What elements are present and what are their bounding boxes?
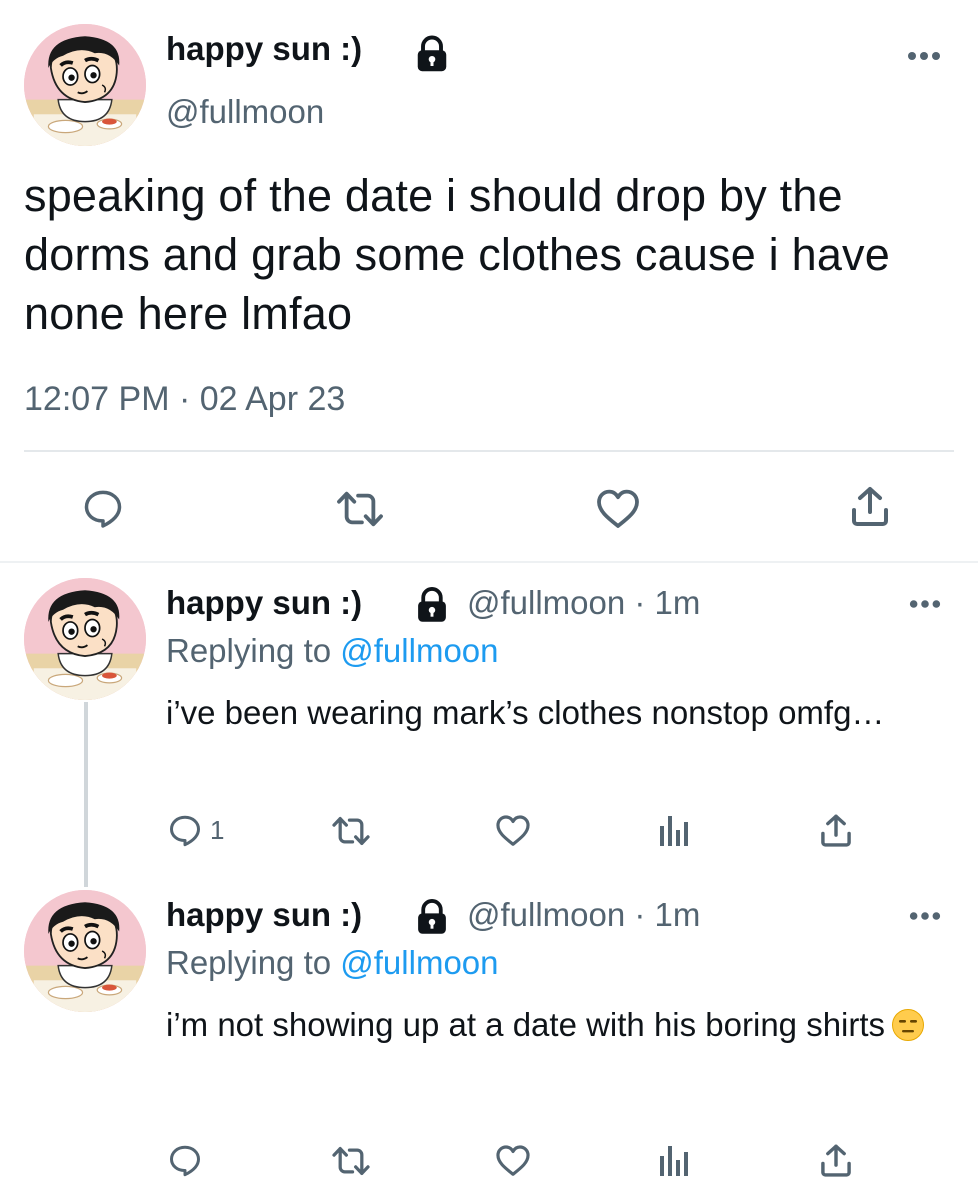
expressionless-face-icon <box>891 1004 925 1058</box>
avatar[interactable] <box>24 890 146 1012</box>
like-icon[interactable] <box>494 812 532 848</box>
reply-icon[interactable] <box>80 486 126 530</box>
tweet-text: speaking of the date i should drop by th… <box>24 170 890 339</box>
avatar[interactable] <box>24 578 146 700</box>
timestamp[interactable]: 12:07 PM · 02 Apr 23 <box>24 380 345 419</box>
retweet-icon[interactable] <box>330 814 372 848</box>
more-icon[interactable] <box>908 910 942 922</box>
lock-icon <box>414 586 450 629</box>
share-icon[interactable] <box>818 812 854 850</box>
lock-icon <box>414 34 450 79</box>
reply-text-content: i’m not showing up at a date with his bo… <box>166 1006 886 1043</box>
retweet-icon[interactable] <box>330 1144 372 1178</box>
share-icon[interactable] <box>818 1142 854 1180</box>
avatar[interactable] <box>24 24 146 146</box>
analytics-icon[interactable] <box>658 1144 690 1178</box>
analytics-icon[interactable] <box>658 814 690 848</box>
divider <box>24 450 954 452</box>
lock-icon <box>414 898 450 941</box>
thread-line <box>84 702 88 887</box>
handle[interactable]: @fullmoon <box>166 93 324 131</box>
section-divider <box>0 561 978 563</box>
replying-to: Replying to @fullmoon <box>166 632 499 670</box>
reply-count: 1 <box>210 814 225 845</box>
retweet-icon[interactable] <box>334 488 386 530</box>
like-icon[interactable] <box>494 1142 532 1178</box>
handle-and-time[interactable]: @fullmoon · 1m <box>467 584 700 622</box>
display-name[interactable]: happy sun :) <box>166 896 362 934</box>
handle-and-time[interactable]: @fullmoon · 1m <box>467 896 700 934</box>
replying-to-label: Replying to <box>166 944 341 981</box>
replying-to-handle[interactable]: @fullmoon <box>340 632 498 669</box>
reply-text: i’m not showing up at a date with his bo… <box>166 998 956 1058</box>
display-name[interactable]: happy sun :) <box>166 30 362 68</box>
replying-to-label: Replying to <box>166 632 341 669</box>
more-icon[interactable] <box>906 50 942 62</box>
share-icon[interactable] <box>848 484 892 530</box>
reply-icon[interactable]: 1 <box>166 812 224 848</box>
like-icon[interactable] <box>594 486 642 530</box>
replying-to: Replying to @fullmoon <box>166 944 499 982</box>
replying-to-handle[interactable]: @fullmoon <box>340 944 498 981</box>
more-icon[interactable] <box>908 598 942 610</box>
reply-text: i’ve been wearing mark’s clothes nonstop… <box>166 694 885 731</box>
reply-icon[interactable] <box>166 1142 204 1178</box>
display-name[interactable]: happy sun :) <box>166 584 362 622</box>
